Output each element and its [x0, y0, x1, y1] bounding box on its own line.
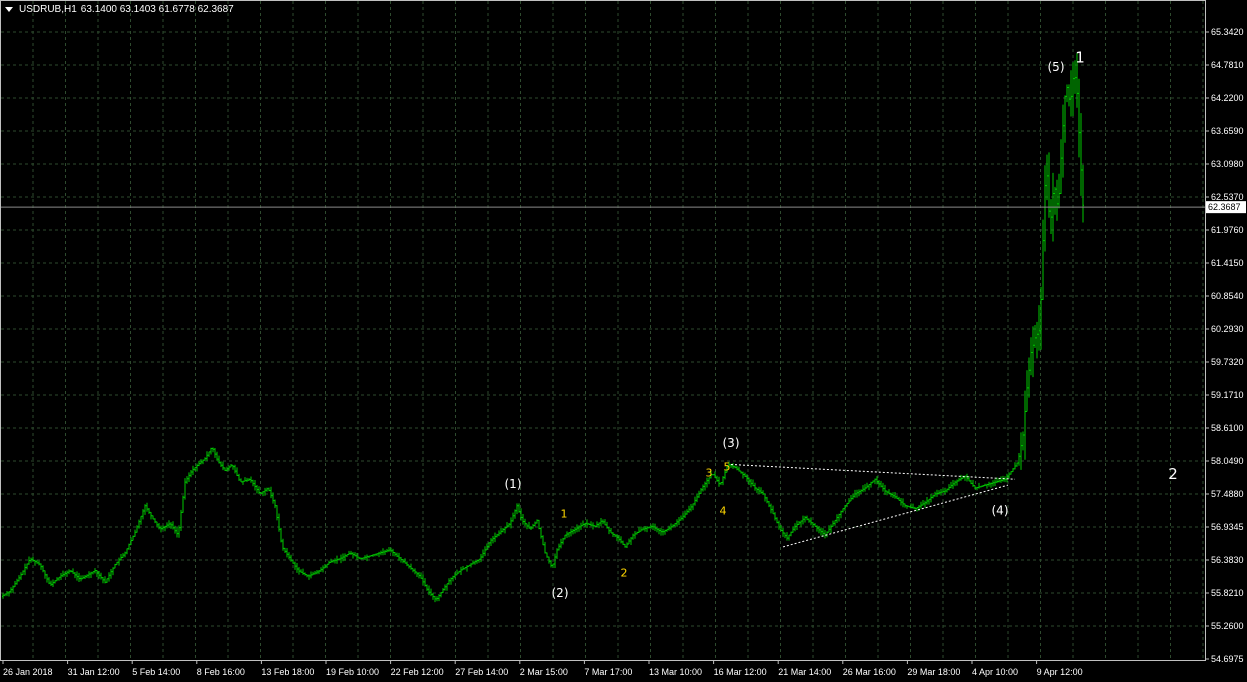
x-tick-label: 22 Feb 12:00 [391, 667, 444, 677]
x-tick-label: 5 Feb 14:00 [132, 667, 180, 677]
x-tick-label: 21 Mar 14:00 [778, 667, 831, 677]
x-tick-label: 31 Jan 12:00 [68, 667, 120, 677]
y-tick-label: 57.4880 [1211, 489, 1244, 499]
chart-grid [0, 0, 1206, 661]
dropdown-triangle-icon[interactable] [5, 7, 13, 12]
wave-label: (2) [552, 586, 569, 600]
wave-label: 5 [724, 460, 731, 473]
price-bars [2, 53, 1084, 603]
wave-label: 2 [1168, 465, 1178, 483]
y-tick-label: 64.7810 [1211, 60, 1244, 70]
chart-header: USDRUB,H1 63.1400 63.1403 61.6778 62.368… [5, 4, 234, 15]
chart-frame [0, 0, 1206, 661]
y-tick-label: 61.9760 [1211, 225, 1244, 235]
y-tick-label: 63.6590 [1211, 126, 1244, 136]
wave-label: 3 [706, 466, 713, 479]
x-tick-label: 4 Apr 10:00 [972, 667, 1018, 677]
y-tick-label: 54.6975 [1211, 654, 1244, 664]
y-tick-label: 56.9345 [1211, 522, 1244, 532]
y-tick-label: 60.2930 [1211, 324, 1244, 334]
triangle-trendline [730, 463, 1016, 480]
y-tick-label: 61.4150 [1211, 258, 1244, 268]
symbol-label: USDRUB,H1 [19, 4, 77, 15]
x-tick-label: 2 Mar 15:00 [520, 667, 568, 677]
y-tick-label: 60.8540 [1211, 291, 1244, 301]
x-tick-label: 13 Mar 10:00 [649, 667, 702, 677]
x-tick-label: 16 Mar 12:00 [714, 667, 767, 677]
ohlc-readout: 63.1400 63.1403 61.6778 62.3687 [80, 4, 234, 15]
x-tick-label: 8 Feb 16:00 [197, 667, 245, 677]
wave-label: 4 [720, 505, 727, 518]
y-tick-label: 64.2200 [1211, 93, 1244, 103]
y-tick-label: 55.8210 [1211, 588, 1244, 598]
wave-label: 1 [561, 507, 568, 520]
wave-label: 1 [1075, 49, 1085, 67]
y-tick-label: 63.0980 [1211, 159, 1244, 169]
time-axis[interactable]: 26 Jan 2018 31 Jan 12:00 5 Feb 14:00 8 Feb … [2, 660, 1083, 677]
y-tick-label: 62.5370 [1211, 192, 1244, 202]
wave-label: (3) [723, 436, 740, 450]
x-tick-label: 19 Feb 10:00 [326, 667, 379, 677]
x-tick-label: 26 Jan 2018 [3, 667, 53, 677]
y-tick-label: 59.1710 [1211, 390, 1244, 400]
x-tick-label: 27 Feb 14:00 [455, 667, 508, 677]
price-chart[interactable]: 62.3687 (1) (2) (3) (4) (5) 1 2 1 2 3 4 5 65.3420 64… [0, 0, 1247, 682]
y-tick-label: 56.3830 [1211, 555, 1244, 565]
x-tick-label: 13 Feb 18:00 [261, 667, 314, 677]
y-tick-label: 55.2600 [1211, 621, 1244, 631]
wave-label: (5) [1048, 60, 1065, 74]
y-tick-label: 65.3420 [1211, 27, 1244, 37]
wave-label: 2 [621, 566, 628, 579]
wave-label: (1) [505, 477, 522, 491]
y-tick-label: 58.0490 [1211, 456, 1244, 466]
trendlines [730, 463, 1016, 548]
price-axis[interactable]: 65.3420 64.7810 64.2200 63.6590 63.0980 62.53… [1205, 27, 1244, 664]
y-tick-label: 59.7320 [1211, 357, 1244, 367]
price-label: 62.3687 [1208, 202, 1241, 212]
wave-label: (4) [992, 504, 1009, 518]
x-tick-label: 29 Mar 18:00 [907, 667, 960, 677]
x-tick-label: 9 Apr 12:00 [1037, 667, 1083, 677]
x-tick-label: 26 Mar 16:00 [843, 667, 896, 677]
x-tick-label: 7 Mar 17:00 [584, 667, 632, 677]
y-tick-label: 58.6100 [1211, 423, 1244, 433]
